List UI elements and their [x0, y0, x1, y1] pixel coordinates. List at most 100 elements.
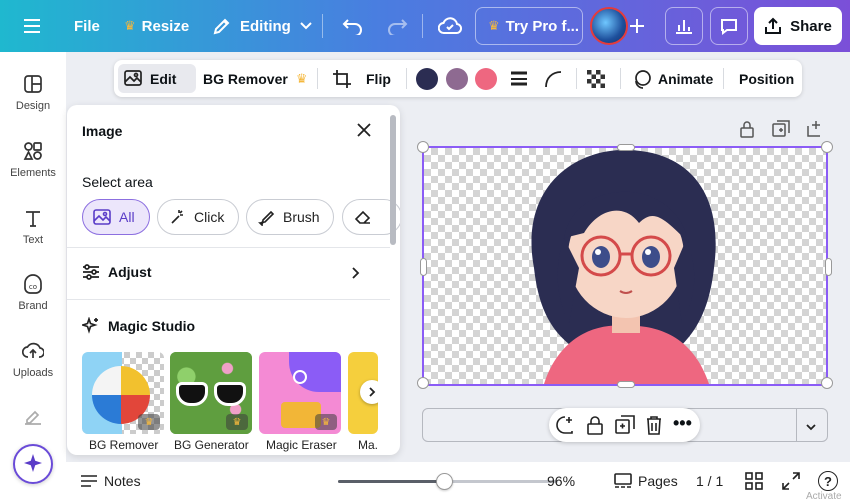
adjust-row[interactable]: Adjust: [82, 264, 152, 280]
design-canvas[interactable]: [417, 141, 833, 389]
select-click-chip[interactable]: Click: [157, 199, 239, 235]
lock-element-button[interactable]: [586, 415, 604, 440]
top-bar: File ♛ Resize Editing ♛ Try Pro f... Sha…: [0, 0, 850, 52]
resize-handle-bottom-right[interactable]: [821, 377, 833, 389]
crown-icon: ♛: [226, 414, 248, 430]
tile-bg-remover[interactable]: ♛: [82, 352, 164, 434]
chevron-down-icon: [300, 22, 312, 30]
color-swatch-3[interactable]: [475, 68, 497, 90]
tile-magic-eraser[interactable]: ♛: [259, 352, 341, 434]
notes-button[interactable]: Notes: [80, 462, 141, 500]
more-options-button[interactable]: •••: [673, 414, 692, 432]
select-area-heading: Select area: [82, 174, 153, 190]
edit-label: Edit: [150, 70, 177, 87]
crop-button[interactable]: [332, 60, 352, 97]
zoom-slider-fill: [338, 480, 444, 483]
magic-studio-heading: Magic Studio: [82, 317, 195, 335]
crown-icon: ♛: [124, 18, 136, 33]
divider: [422, 14, 423, 38]
resize-handle-right[interactable]: [825, 258, 832, 276]
editing-mode-dropdown[interactable]: Editing: [212, 0, 313, 52]
panel-scrollbar[interactable]: [390, 115, 396, 245]
zoom-slider-handle[interactable]: [435, 473, 453, 490]
rail-item-uploads[interactable]: Uploads: [0, 341, 66, 379]
flip-button[interactable]: Flip: [366, 60, 391, 97]
cloud-upload-icon: [22, 342, 44, 358]
plus-icon: [630, 19, 644, 33]
resize-button[interactable]: ♛ Resize: [124, 0, 189, 52]
close-panel-button[interactable]: [355, 121, 373, 144]
grid-icon: [745, 472, 763, 490]
corner-rounding-button[interactable]: [544, 60, 562, 97]
add-page-button[interactable]: [806, 120, 824, 143]
resize-handle-top-left[interactable]: [417, 141, 429, 153]
crown-icon: ♛: [138, 414, 160, 430]
tile-bg-generator[interactable]: ♛: [170, 352, 252, 434]
grid-view-button[interactable]: [745, 462, 763, 500]
divider: [67, 247, 390, 248]
cloud-save-button[interactable]: [438, 0, 462, 52]
layout-icon: [24, 75, 42, 93]
border-style-button[interactable]: [510, 60, 528, 97]
rail-item-design[interactable]: Design: [0, 74, 66, 112]
try-pro-label: Try Pro f...: [505, 17, 580, 35]
rail-item-draw[interactable]: [0, 406, 66, 432]
resize-handle-top-right[interactable]: [821, 141, 833, 153]
eraser-icon: [354, 210, 371, 224]
rail-item-label: Design: [15, 100, 51, 112]
rail-item-elements[interactable]: Elements: [0, 141, 66, 179]
add-comment-button[interactable]: [555, 415, 575, 440]
rail-item-text[interactable]: Text: [0, 208, 66, 246]
fullscreen-button[interactable]: [782, 462, 800, 500]
bg-remover-button[interactable]: BG Remover ♛: [203, 60, 313, 97]
duplicate-element-button[interactable]: [615, 415, 635, 440]
magic-assistant-button[interactable]: [13, 444, 53, 484]
anime-girl-image[interactable]: [424, 148, 826, 384]
notes-icon: [81, 475, 97, 487]
expand-pages-button[interactable]: [805, 420, 817, 438]
undo-button[interactable]: [342, 0, 364, 52]
resize-handle-bottom-left[interactable]: [417, 377, 429, 389]
tile-magic-more[interactable]: [348, 352, 378, 434]
add-collaborator-button[interactable]: [628, 0, 646, 52]
duplicate-icon: [615, 415, 635, 434]
crown-icon: ♛: [315, 414, 337, 430]
avatar[interactable]: [590, 7, 628, 45]
add-page-icon: [807, 121, 820, 137]
adjust-chevron-button[interactable]: [351, 266, 361, 285]
file-menu-button[interactable]: File: [74, 0, 100, 52]
rail-item-brand[interactable]: co Brand: [0, 274, 66, 312]
lock-page-button[interactable]: [739, 120, 755, 143]
resize-handle-bottom[interactable]: [617, 381, 635, 388]
redo-button[interactable]: [386, 0, 408, 52]
tile-label: BG Remover: [89, 438, 159, 452]
rail-item-label: Uploads: [12, 367, 54, 379]
resize-handle-left[interactable]: [420, 258, 427, 276]
color-swatch-2[interactable]: [446, 68, 468, 90]
upload-icon: [765, 17, 782, 34]
delete-element-button[interactable]: [645, 415, 663, 440]
chip-label: Click: [194, 209, 225, 225]
zoom-percentage[interactable]: 96%: [547, 462, 575, 500]
color-swatch-1[interactable]: [416, 68, 438, 90]
pages-button[interactable]: Pages: [614, 462, 678, 500]
tiles-scroll-right-button[interactable]: [360, 380, 378, 404]
try-pro-button[interactable]: ♛ Try Pro f...: [475, 7, 583, 45]
duplicate-icon: [772, 120, 790, 137]
close-icon: [357, 123, 371, 137]
resize-handle-top[interactable]: [617, 144, 635, 151]
share-button[interactable]: Share: [754, 7, 842, 45]
panel-title: Image: [82, 123, 123, 139]
animate-button[interactable]: Animate: [632, 60, 713, 97]
rail-item-label: Brand: [18, 300, 48, 312]
insights-button[interactable]: [665, 7, 703, 45]
position-button[interactable]: Position: [739, 60, 794, 97]
comments-button[interactable]: [710, 7, 748, 45]
edit-button[interactable]: Edit: [124, 60, 176, 97]
menu-button[interactable]: [22, 0, 42, 52]
duplicate-page-button[interactable]: [772, 120, 790, 143]
transparency-button[interactable]: [587, 60, 605, 97]
select-brush-chip[interactable]: Brush: [246, 199, 334, 235]
select-all-chip[interactable]: All: [82, 199, 150, 235]
shapes-icon: [23, 142, 42, 160]
